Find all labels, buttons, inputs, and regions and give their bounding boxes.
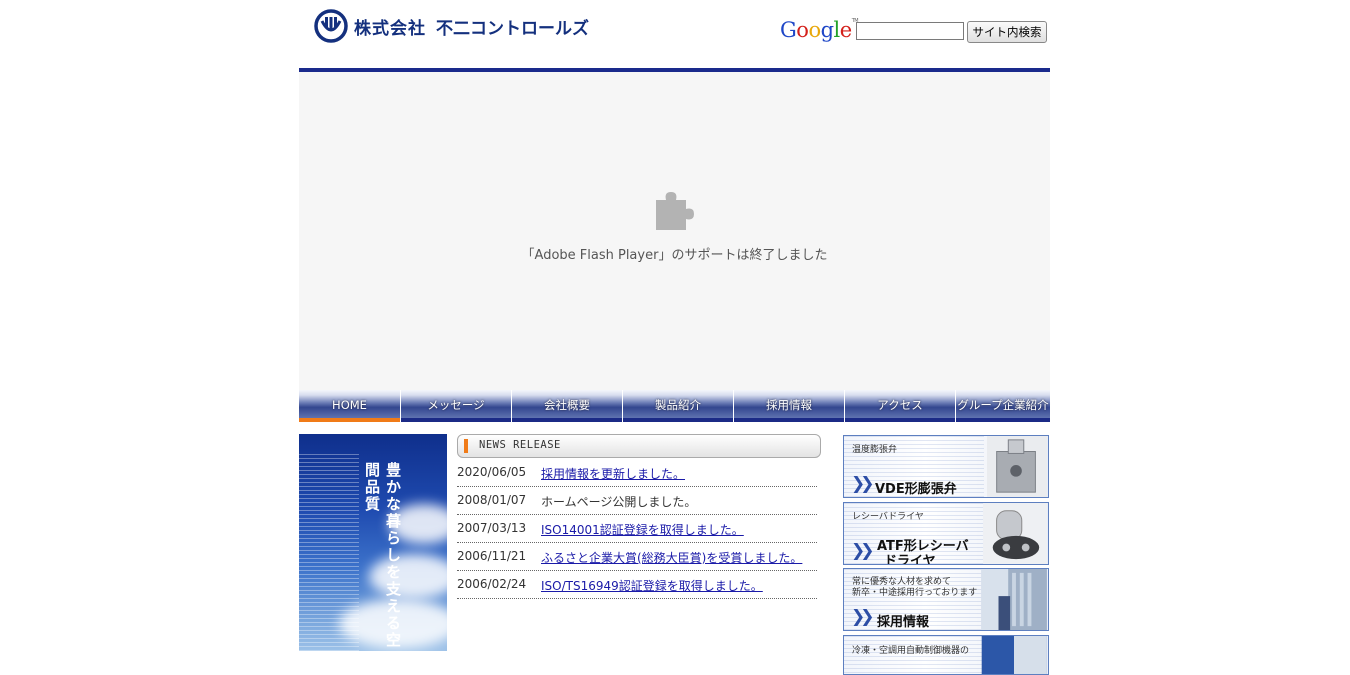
news-text: ホームページ公開しました。 <box>541 495 697 509</box>
news-link[interactable]: ISO14001認証登録を取得しました。 <box>541 521 744 538</box>
news-item: 2006/02/24 ISO/TS16949認証登録を取得しました。 <box>457 571 817 599</box>
news-date: 2006/11/21 <box>457 549 527 563</box>
sky-banner: 豊かな暮らしを支える空間品質 <box>299 434 447 651</box>
banner-subtext-line2: 新卒・中途採用行っております <box>852 588 978 598</box>
page: 株式会社 不二コントロールズ GoogleTM サイト内検索 「Adobe Fla… <box>299 0 1050 675</box>
double-chevron-icon: ❯❯ <box>851 607 874 627</box>
banner-category: 冷凍・空調用自動制御機器の <box>852 646 970 656</box>
nav-message[interactable]: メッセージ <box>401 390 511 422</box>
news-link[interactable]: 採用情報を更新しました。 <box>541 465 685 482</box>
site-search-input[interactable] <box>856 22 964 40</box>
building-photo-image <box>981 569 1047 630</box>
main-nav: HOME メッセージ 会社概要 製品紹介 採用情報 アクセス グループ企業紹介 <box>299 390 1050 422</box>
banner-slogan: 豊かな暮らしを支える空間品質 <box>363 462 402 649</box>
nav-company[interactable]: 会社概要 <box>512 390 622 422</box>
news-item: 2008/01/07 ホームページ公開しました。 <box>457 487 817 515</box>
flash-placeholder: 「Adobe Flash Player」のサポートは終了しました <box>299 72 1050 390</box>
nav-access[interactable]: アクセス <box>845 390 955 422</box>
nav-recruit[interactable]: 採用情報 <box>734 390 844 422</box>
logo-mark-icon <box>314 9 348 43</box>
control-devices-banner[interactable]: 冷凍・空調用自動制御機器の <box>843 635 1049 675</box>
puzzle-piece-icon <box>656 192 694 230</box>
double-chevron-icon: ❯❯ <box>851 541 874 561</box>
nav-products[interactable]: 製品紹介 <box>623 390 733 422</box>
double-chevron-icon: ❯❯ <box>851 474 874 494</box>
banner-title-line2: ドライヤ <box>884 554 936 565</box>
news-heading: NEWS RELEASE <box>479 439 561 451</box>
news-item: 2007/03/13 ISO14001認証登録を取得しました。 <box>457 515 817 543</box>
news-list: 2020/06/05 採用情報を更新しました。 2008/01/07 ホームペー… <box>457 459 817 599</box>
news-link[interactable]: ISO/TS16949認証登録を取得しました。 <box>541 577 763 594</box>
dryer-product-image <box>983 503 1047 564</box>
news-date: 2008/01/07 <box>457 493 527 507</box>
atf-receiver-dryer-banner[interactable]: レシーバドライヤ ❯❯ ATF形レシーバ ドライヤ <box>843 502 1049 565</box>
nav-home[interactable]: HOME <box>299 390 400 422</box>
vde-expansion-valve-banner[interactable]: 温度膨張弁 ❯❯ VDE形膨張弁 <box>843 435 1049 498</box>
news-link[interactable]: ふるさと企業大賞(総務大臣賞)を受賞しました。 <box>541 549 802 566</box>
news-date: 2020/06/05 <box>457 465 527 479</box>
banner-title: 採用情報 <box>877 615 930 630</box>
banner-title: VDE形膨張弁 <box>875 482 957 497</box>
google-logo: GoogleTM <box>780 18 859 42</box>
company-name: 不二コントロールズ <box>436 18 589 39</box>
company-logo[interactable]: 株式会社 不二コントロールズ <box>314 8 589 44</box>
news-item: 2006/11/21 ふるさと企業大賞(総務大臣賞)を受賞しました。 <box>457 543 817 571</box>
news-date: 2007/03/13 <box>457 521 527 535</box>
news-item: 2020/06/05 採用情報を更新しました。 <box>457 459 817 487</box>
nav-group-companies[interactable]: グループ企業紹介 <box>956 390 1050 422</box>
company-prefix: 株式会社 <box>354 18 426 39</box>
news-release-header: NEWS RELEASE <box>457 434 821 458</box>
building-photo-image <box>981 636 1047 674</box>
recruit-banner[interactable]: 常に優秀な人材を求めて 新卒・中途採用行っております ❯❯ 採用情報 <box>843 568 1049 631</box>
logo-text: 株式会社 不二コントロールズ <box>354 14 589 39</box>
banner-category: 温度膨張弁 <box>852 445 898 455</box>
site-search-button[interactable]: サイト内検索 <box>967 21 1047 43</box>
news-header-accent <box>464 439 468 453</box>
banner-category: レシーバドライヤ <box>852 512 924 522</box>
flash-message: 「Adobe Flash Player」のサポートは終了しました <box>521 248 828 263</box>
news-date: 2006/02/24 <box>457 577 527 591</box>
valve-product-image <box>986 436 1048 497</box>
